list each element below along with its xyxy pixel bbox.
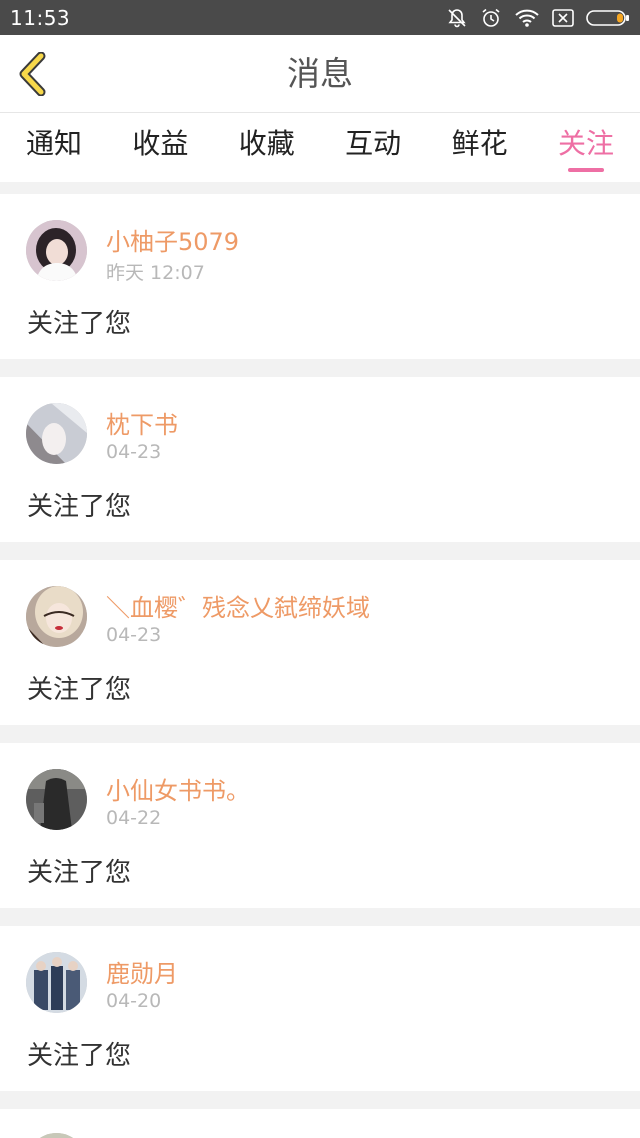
tab-label: 收藏 (238, 127, 295, 160)
message-text: 关注了您 (27, 309, 132, 339)
message-item[interactable]: 小仙女书书。 04-22 关注了您 (0, 743, 640, 908)
username[interactable]: 鹿勋月 (106, 954, 178, 989)
bell-muted-icon (446, 7, 468, 29)
sim-error-icon (552, 8, 574, 27)
avatar[interactable] (26, 403, 87, 464)
avatar[interactable] (26, 1133, 87, 1138)
username[interactable]: 小柚子5079 (106, 222, 239, 257)
username[interactable]: 枕下书 (106, 405, 178, 440)
alarm-icon (480, 7, 502, 29)
tab-earnings[interactable]: 收益 (132, 113, 188, 182)
username[interactable]: ＼血樱゛残念乂弑缔妖域 (106, 588, 370, 623)
message-time: 04-23 (106, 441, 162, 463)
status-bar: 11:53 (0, 0, 640, 35)
tab-interactions[interactable]: 互动 (345, 113, 401, 182)
tab-label: 鲜花 (451, 127, 508, 160)
tab-label: 通知 (26, 127, 83, 160)
avatar[interactable] (26, 586, 87, 647)
tab-favorites[interactable]: 收藏 (239, 113, 295, 182)
wifi-icon (514, 8, 540, 28)
message-text: 关注了您 (27, 1041, 132, 1071)
message-item[interactable]: ＼血樱゛残念乂弑缔妖域 04-23 关注了您 (0, 560, 640, 725)
message-time: 04-20 (106, 990, 162, 1012)
message-time: 昨天 12:07 (106, 262, 205, 284)
active-tab-indicator (567, 168, 604, 172)
status-icons (446, 7, 630, 29)
avatar[interactable] (26, 952, 87, 1013)
status-time: 11:53 (10, 5, 71, 30)
username[interactable]: 小仙女书书。 (106, 771, 250, 806)
tab-follows[interactable]: 关注 (558, 113, 614, 182)
message-item[interactable] (0, 1109, 640, 1138)
message-text: 关注了您 (27, 675, 132, 705)
tab-label: 互动 (345, 127, 402, 160)
tab-label: 关注 (557, 127, 614, 160)
header: 消息 (0, 35, 640, 113)
tab-label: 收益 (132, 127, 189, 160)
message-time: 04-22 (106, 807, 162, 829)
message-item[interactable]: 枕下书 04-23 关注了您 (0, 377, 640, 542)
tab-bar: 通知 收益 收藏 互动 鲜花 关注 (0, 113, 640, 182)
avatar[interactable] (26, 220, 87, 281)
message-item[interactable]: 鹿勋月 04-20 关注了您 (0, 926, 640, 1091)
tab-flowers[interactable]: 鲜花 (452, 113, 508, 182)
tab-notifications[interactable]: 通知 (26, 113, 82, 182)
message-item[interactable]: 小柚子5079 昨天 12:07 关注了您 (0, 194, 640, 359)
message-time: 04-23 (106, 624, 162, 646)
message-text: 关注了您 (27, 858, 132, 888)
battery-icon (586, 9, 630, 27)
message-text: 关注了您 (27, 492, 132, 522)
avatar[interactable] (26, 769, 87, 830)
page-title: 消息 (287, 54, 353, 93)
